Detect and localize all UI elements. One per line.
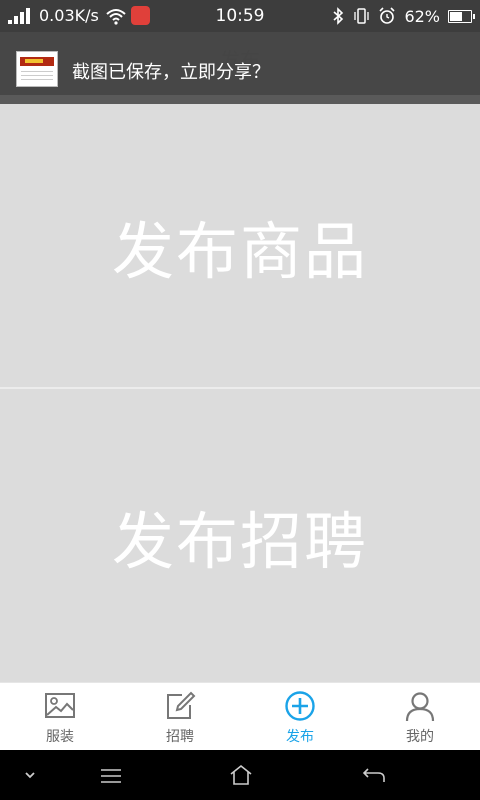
person-icon: [405, 692, 435, 721]
tab-mine-label: 我的: [406, 729, 434, 745]
system-nav-bar: [0, 750, 480, 800]
image-icon: [45, 693, 75, 718]
vibrate-icon: [354, 8, 370, 24]
tab-clothing-label: 服装: [46, 729, 74, 745]
screenshot-notification[interactable]: 截图已保存，立即分享？: [0, 32, 480, 95]
tab-bar: 服装 招聘 发布 我的: [0, 682, 480, 751]
tab-publish[interactable]: 发布: [240, 683, 360, 751]
battery-percent: 62%: [404, 6, 440, 26]
notification-message: 截图已保存，立即分享？: [72, 62, 270, 83]
tab-clothing[interactable]: 服装: [0, 683, 120, 751]
bluetooth-icon: [333, 7, 344, 25]
tab-recruit-label: 招聘: [166, 729, 194, 745]
publish-goods-panel[interactable]: 发布商品: [0, 104, 480, 387]
status-bar: 0.03K/s 10:59 62%: [0, 0, 480, 32]
publish-goods-label: 发布商品: [111, 214, 368, 288]
tab-mine[interactable]: 我的: [360, 683, 480, 751]
screenshot-thumbnail[interactable]: [16, 51, 58, 87]
chevron-down-icon[interactable]: [24, 770, 36, 780]
battery-icon: [448, 9, 475, 23]
plus-circle-icon: [285, 691, 315, 721]
home-icon[interactable]: [229, 764, 253, 786]
menu-icon[interactable]: [100, 768, 122, 784]
publish-jobs-label: 发布招聘: [111, 504, 368, 578]
publish-jobs-panel[interactable]: 发布招聘: [0, 389, 480, 682]
edit-icon: [167, 691, 196, 719]
tab-publish-label: 发布: [286, 729, 314, 745]
tab-recruit[interactable]: 招聘: [120, 683, 240, 751]
alarm-icon: [379, 7, 396, 24]
back-icon[interactable]: [362, 766, 386, 784]
